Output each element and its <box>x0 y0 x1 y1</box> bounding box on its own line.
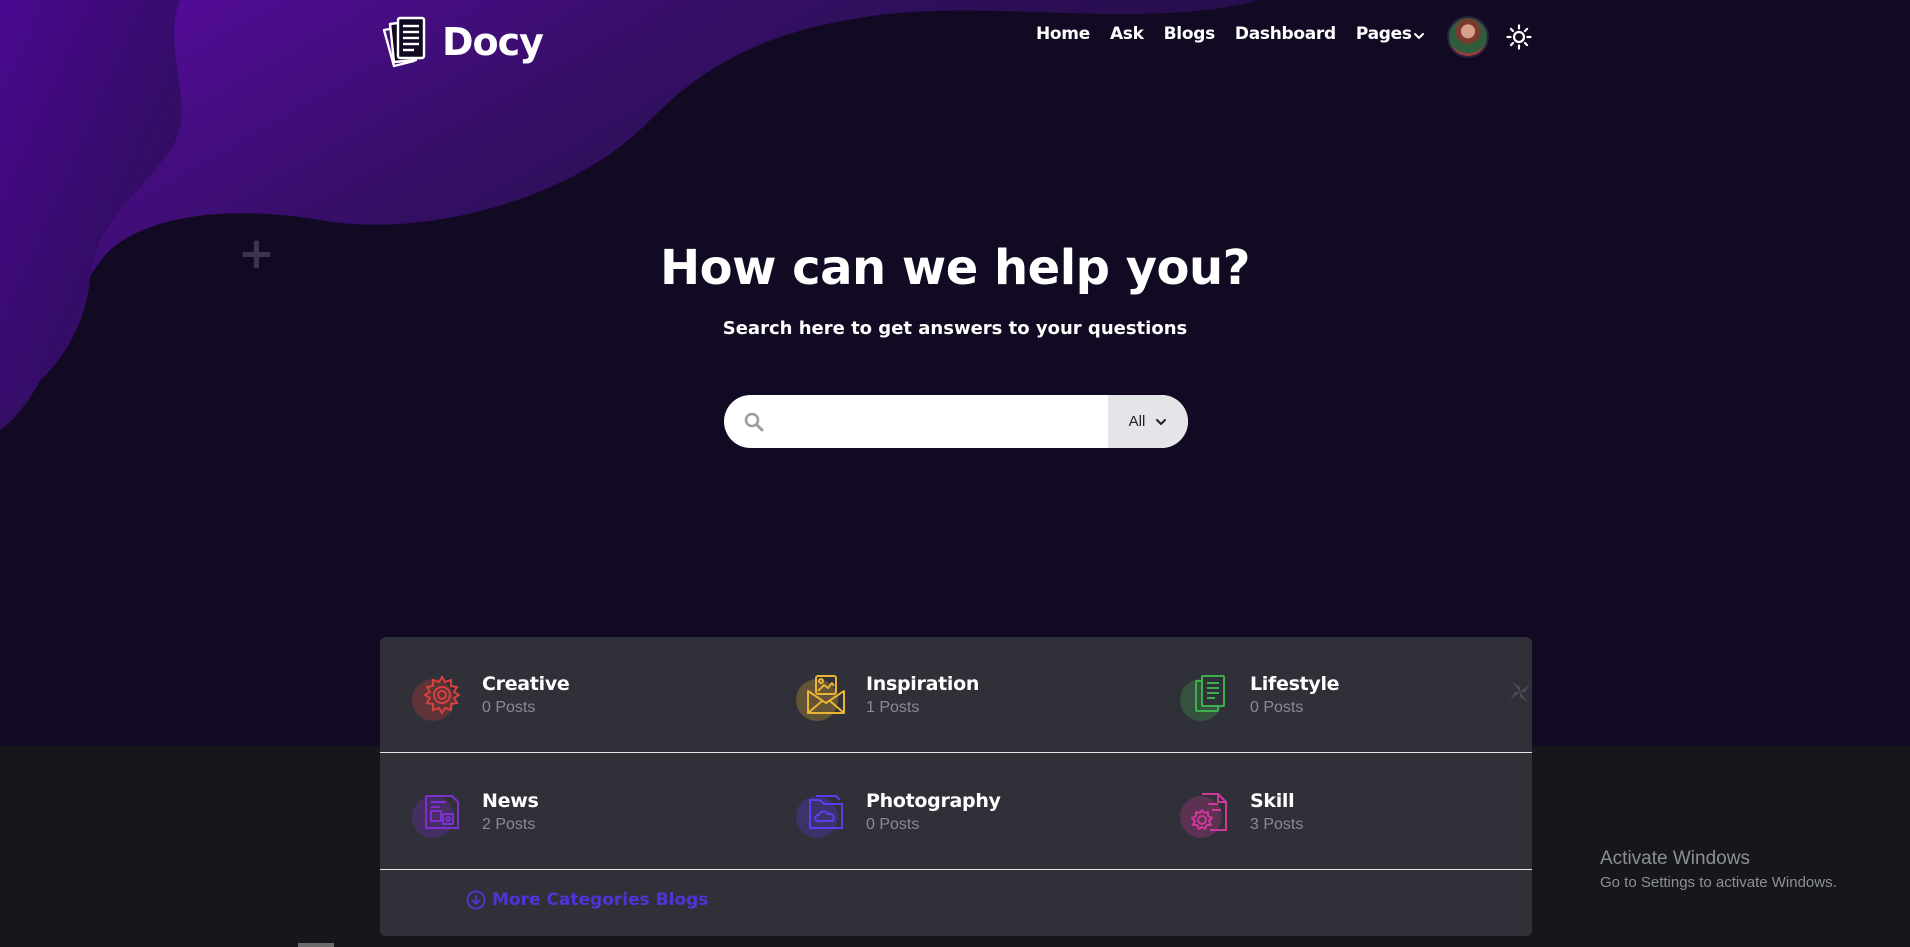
search-scope-value: All <box>1128 413 1146 430</box>
category-name: Lifestyle <box>1250 673 1340 695</box>
category-count: 3 Posts <box>1250 816 1304 833</box>
chevron-down-icon[interactable] <box>1411 28 1427 44</box>
plus-circle-icon <box>466 890 486 910</box>
page-subtitle: Search here to get answers to your quest… <box>722 318 1188 339</box>
main-nav: Home Ask Blogs Dashboard Pages <box>1036 24 1432 44</box>
gear-icon <box>423 675 461 715</box>
brand-logo[interactable]: Docy <box>380 16 544 68</box>
category-name: News <box>482 790 539 812</box>
background-blob <box>0 0 1260 430</box>
category-inspiration[interactable]: Inspiration 1 Posts <box>796 637 980 753</box>
category-skill[interactable]: Skill 3 Posts <box>1180 754 1304 870</box>
watermark-title: Activate Windows <box>1600 848 1750 869</box>
category-news[interactable]: News 2 Posts <box>412 754 539 870</box>
scroll-indicator <box>298 943 334 947</box>
hero-section: + <box>0 0 1910 746</box>
documents-logo-icon <box>382 16 426 68</box>
nav-dashboard[interactable]: Dashboard <box>1235 24 1336 44</box>
nav-blogs[interactable]: Blogs <box>1164 24 1216 44</box>
nav-home[interactable]: Home <box>1036 24 1090 44</box>
nav-pages[interactable]: Pages <box>1356 24 1412 44</box>
category-name: Photography <box>866 790 1001 812</box>
more-categories-link[interactable]: More Categories Blogs <box>466 890 708 910</box>
newspaper-icon <box>425 795 459 829</box>
user-avatar[interactable] <box>1447 16 1489 58</box>
categories-row: News 2 Posts Photography 0 Posts Skill 3… <box>380 754 1532 870</box>
pinwheel-decoration-icon <box>1510 682 1530 702</box>
brand-name: Docy <box>442 20 544 64</box>
category-count: 0 Posts <box>482 699 536 716</box>
sun-icon[interactable] <box>1506 24 1532 50</box>
categories-row: Creative 0 Posts Inspiration 1 Posts Lif… <box>380 637 1532 753</box>
category-lifestyle[interactable]: Lifestyle 0 Posts <box>1180 637 1340 753</box>
document-gear-icon <box>1191 793 1227 831</box>
envelope-image-icon <box>807 675 845 714</box>
search-scope-select[interactable]: All <box>1108 395 1188 448</box>
windows-activation-watermark: Activate Windows Go to Settings to activ… <box>1600 848 1837 891</box>
search-input[interactable] <box>764 395 1108 448</box>
category-name: Inspiration <box>866 673 980 695</box>
category-creative[interactable]: Creative 0 Posts <box>412 637 570 753</box>
search-icon <box>744 412 764 431</box>
documents-icon <box>1195 675 1225 712</box>
category-count: 0 Posts <box>866 816 920 833</box>
category-photography[interactable]: Photography 0 Posts <box>796 754 1001 870</box>
chevron-down-icon <box>1156 418 1167 425</box>
category-name: Creative <box>482 673 570 695</box>
more-categories-label: More Categories Blogs <box>492 890 709 910</box>
category-count: 0 Posts <box>1250 699 1304 716</box>
categories-panel: Creative 0 Posts Inspiration 1 Posts Lif… <box>380 637 1532 936</box>
category-count: 1 Posts <box>866 699 920 716</box>
category-name: Skill <box>1250 790 1295 812</box>
watermark-subtitle: Go to Settings to activate Windows. <box>1600 874 1837 891</box>
category-count: 2 Posts <box>482 816 536 833</box>
cloud-folder-icon <box>809 795 843 829</box>
search-bar: All <box>724 395 1188 448</box>
nav-ask[interactable]: Ask <box>1110 24 1144 44</box>
page-title: How can we help you? <box>659 240 1251 296</box>
